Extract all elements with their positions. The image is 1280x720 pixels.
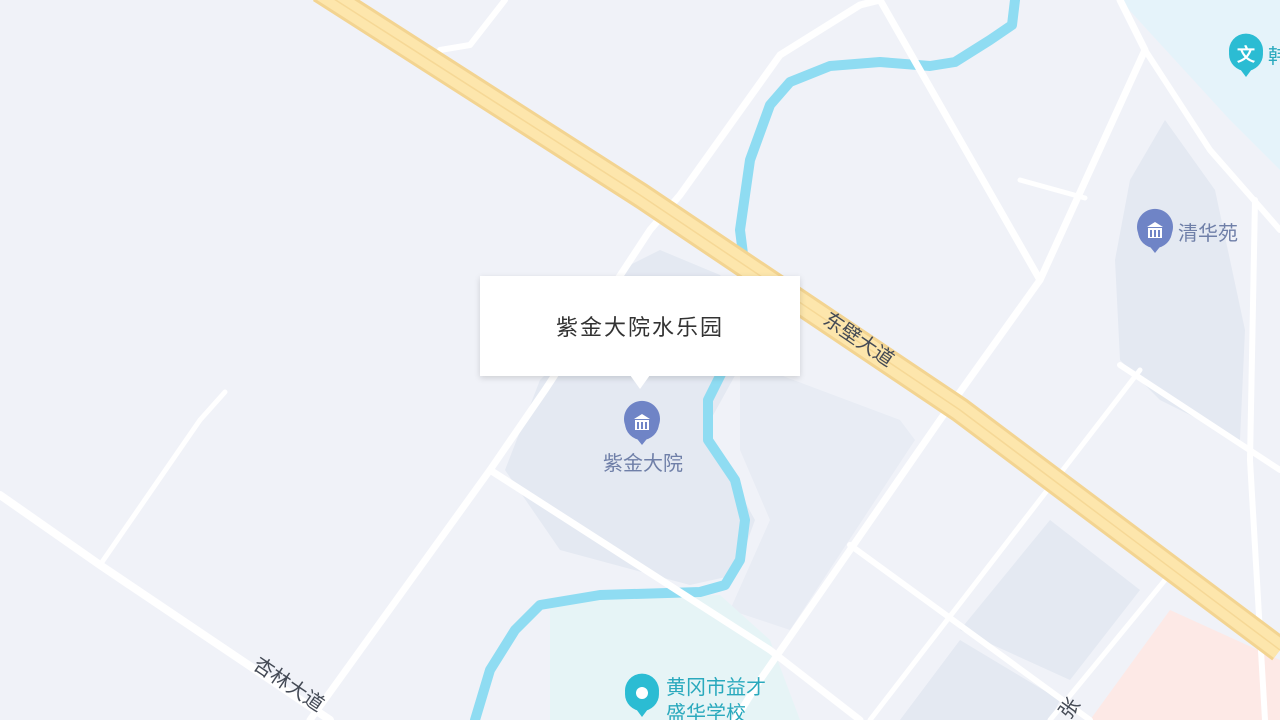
poi-school-label-line2: 盛华学校: [666, 701, 746, 720]
info-popup[interactable]: 紫金大院水乐园: [480, 276, 800, 376]
popup-pointer: [630, 375, 650, 389]
culture-icon-glyph: 文: [1237, 44, 1256, 66]
poi-qinghua-label: 清华苑: [1178, 221, 1238, 245]
map-view[interactable]: 东壁大道 杏林大道 张 紫金大院 清华苑 黄冈市益才 盛华学校 文 韩 紫金大院…: [0, 0, 1280, 720]
poi-culture-label: 韩: [1268, 44, 1280, 68]
poi-zijin-label: 紫金大院: [603, 451, 683, 475]
poi-school-label-line1: 黄冈市益才: [666, 675, 766, 699]
popup-title: 紫金大院水乐园: [555, 316, 724, 341]
